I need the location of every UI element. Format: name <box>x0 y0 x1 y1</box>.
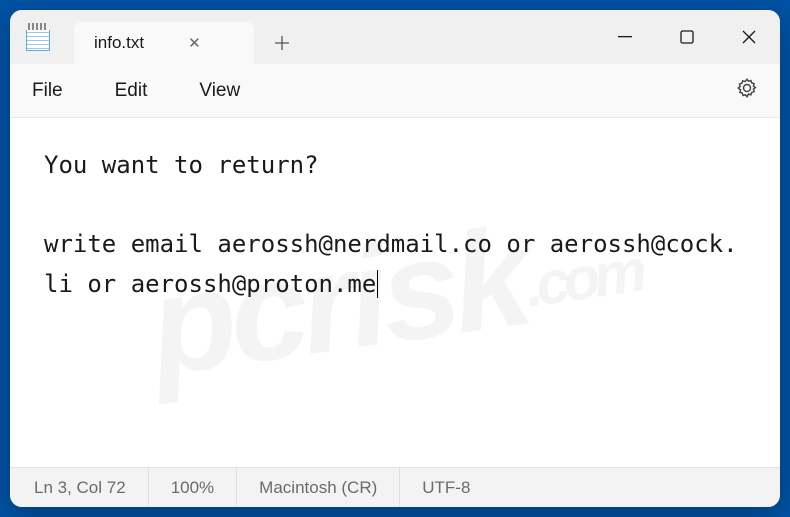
tab-title: info.txt <box>94 33 144 53</box>
plus-icon <box>274 35 290 51</box>
tab-active[interactable]: info.txt ✕ <box>74 22 254 64</box>
status-line-ending[interactable]: Macintosh (CR) <box>237 468 400 507</box>
maximize-icon <box>680 30 694 44</box>
settings-button[interactable] <box>736 77 758 105</box>
close-window-button[interactable] <box>718 10 780 64</box>
minimize-icon <box>618 36 632 38</box>
status-position: Ln 3, Col 72 <box>34 468 149 507</box>
statusbar: Ln 3, Col 72 100% Macintosh (CR) UTF-8 <box>10 467 780 507</box>
minimize-button[interactable] <box>594 10 656 64</box>
menu-edit[interactable]: Edit <box>115 80 148 102</box>
gear-icon <box>736 77 758 99</box>
tab-strip: info.txt ✕ <box>74 10 594 64</box>
window-controls <box>594 10 780 64</box>
text-caret <box>377 270 378 298</box>
close-icon <box>742 30 756 44</box>
notepad-window: info.txt ✕ File Edit View <box>10 10 780 507</box>
notepad-icon <box>26 23 50 51</box>
maximize-button[interactable] <box>656 10 718 64</box>
text-editor-area[interactable]: pcrisk.com You want to return? write ema… <box>10 118 780 467</box>
menu-file[interactable]: File <box>32 80 63 102</box>
new-tab-button[interactable] <box>260 22 304 64</box>
document-text: You want to return? write email aerossh@… <box>44 146 746 304</box>
status-encoding[interactable]: UTF-8 <box>400 468 492 507</box>
menu-view[interactable]: View <box>199 80 240 102</box>
menubar: File Edit View <box>10 64 780 118</box>
close-tab-icon[interactable]: ✕ <box>180 30 209 56</box>
status-zoom[interactable]: 100% <box>149 468 237 507</box>
titlebar: info.txt ✕ <box>10 10 780 64</box>
